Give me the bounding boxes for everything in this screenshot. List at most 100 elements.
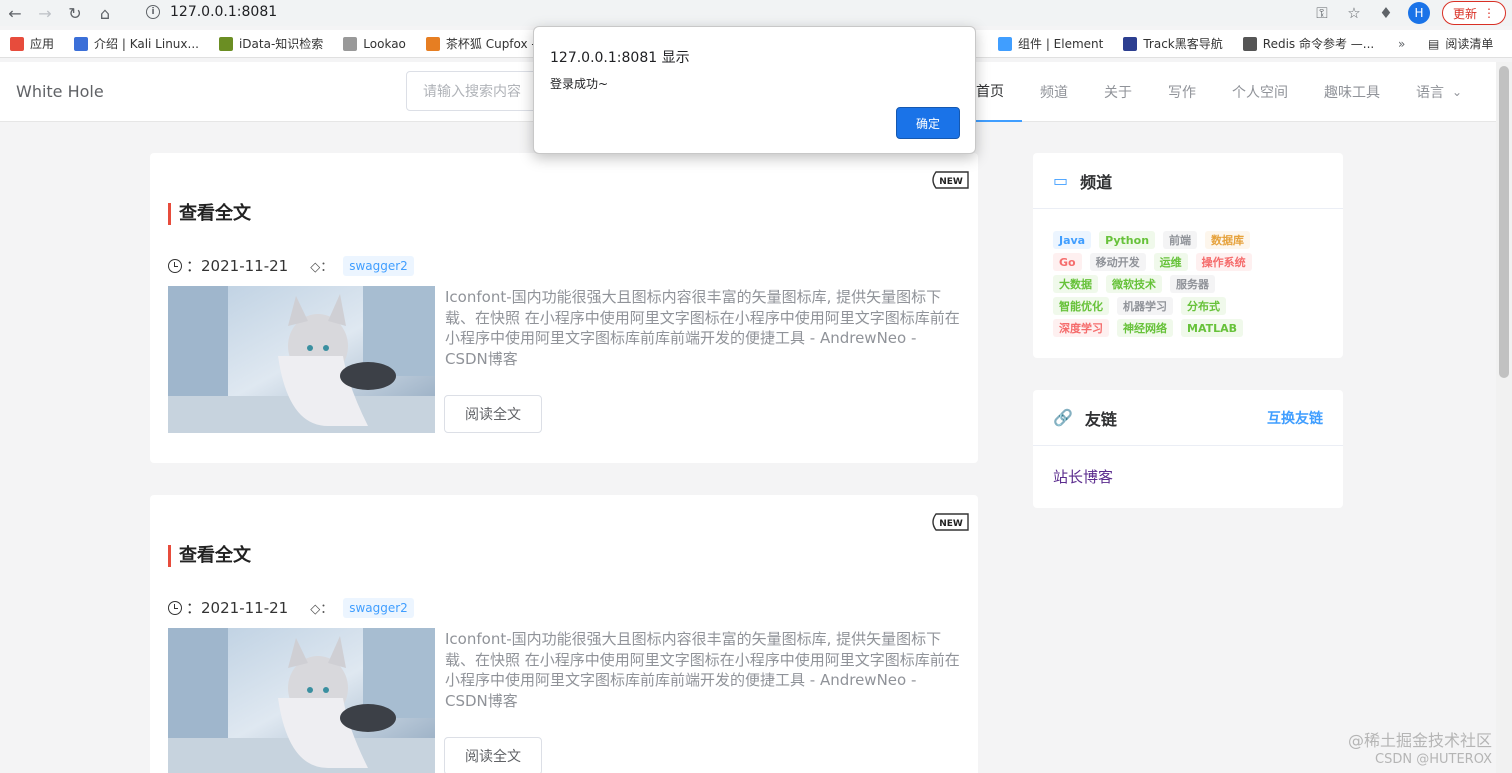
extension-puzzle-icon[interactable]: ♦ xyxy=(1376,3,1396,23)
nav-item-label: 趣味工具 xyxy=(1324,85,1380,101)
bookmark-favicon-icon xyxy=(10,36,24,51)
clock-icon xyxy=(168,258,182,273)
search-input[interactable]: 请输入搜索内容 xyxy=(406,71,546,111)
bookmark-favicon-icon xyxy=(218,36,233,51)
url-text: 127.0.0.1:8081 xyxy=(170,4,278,20)
channel-tag[interactable]: 智能优化 xyxy=(1053,297,1109,315)
bookmark-item[interactable]: 介绍 | Kali Linux... xyxy=(74,35,199,52)
new-badge-icon: NEW xyxy=(928,169,970,191)
bookmark-favicon-icon xyxy=(425,36,440,51)
read-full-button[interactable]: 阅读全文 xyxy=(444,737,542,773)
article-tag[interactable]: swagger2 xyxy=(343,597,414,618)
dialog-title: 127.0.0.1:8081 显示 xyxy=(550,50,690,66)
bookmark-label: iData-知识检索 xyxy=(238,37,324,51)
channel-tag[interactable]: 微软技术 xyxy=(1106,275,1162,293)
main-nav: 首页 频道 关于 写作 个人空间 趣味工具 语言 ⌄ xyxy=(958,62,1480,122)
bookmark-favicon-icon xyxy=(998,36,1012,51)
link-icon: 🔗 xyxy=(1053,408,1073,427)
article-title[interactable]: 查看全文 xyxy=(168,545,251,567)
nav-item[interactable]: 个人空间 xyxy=(1214,62,1306,122)
channel-tag-list: Java Python 前端 数据库 Go 移动开发 运维 操作系统大数据 微软技术 服务器智能优… xyxy=(1033,209,1283,359)
tag-icon: ◇： xyxy=(310,602,334,617)
reading-list[interactable]: ▤ 阅读清单 xyxy=(1428,35,1493,52)
update-button[interactable]: 更新 ⋮ xyxy=(1441,1,1506,25)
scrollbar-thumb[interactable] xyxy=(1499,66,1509,378)
bookmark-label: 组件 | Element xyxy=(1018,37,1104,51)
channel-tag[interactable]: Python xyxy=(1099,231,1156,249)
channel-tag[interactable]: 运维 xyxy=(1153,253,1188,271)
profile-avatar[interactable]: H xyxy=(1407,2,1430,24)
nav-item[interactable]: 语言 ⌄ xyxy=(1398,62,1480,122)
alert-dialog: 127.0.0.1:8081 显示 登录成功~ 确定 xyxy=(533,26,976,154)
channel-tag[interactable]: 深度学习 xyxy=(1053,319,1109,337)
exchange-links-button[interactable]: 互换友链 xyxy=(1267,408,1323,428)
bookmark-item[interactable]: 应用 xyxy=(10,35,54,52)
site-logo[interactable]: White Hole xyxy=(16,82,104,101)
site-info-icon[interactable]: i xyxy=(146,5,160,19)
article-date: 2021-11-21 xyxy=(201,598,289,617)
nav-item[interactable]: 写作 xyxy=(1150,62,1214,122)
bookmark-icon: ▭ xyxy=(1053,171,1069,190)
bookmark-label: Track黑客导航 xyxy=(1143,37,1223,51)
bookmark-favicon-icon xyxy=(1242,36,1257,51)
article-tag[interactable]: swagger2 xyxy=(343,255,414,276)
svg-text:NEW: NEW xyxy=(939,519,963,529)
bookmark-item[interactable]: Track黑客导航 xyxy=(1123,35,1223,52)
channel-tag[interactable]: MATLAB xyxy=(1181,319,1244,337)
more-menu-icon: ⋮ xyxy=(1483,6,1495,20)
nav-item-label: 关于 xyxy=(1104,85,1132,101)
article-date: 2021-11-21 xyxy=(201,256,289,275)
svg-text:NEW: NEW xyxy=(939,177,963,187)
reload-icon[interactable]: ↻ xyxy=(60,0,90,26)
bookmark-item[interactable]: 茶杯狐 Cupfox -... xyxy=(425,35,547,52)
article-meta: ： 2021-11-21 ◇： swagger2 xyxy=(168,255,414,276)
read-full-button[interactable]: 阅读全文 xyxy=(444,395,542,433)
dialog-message: 登录成功~ xyxy=(550,77,609,91)
article-thumbnail[interactable] xyxy=(168,628,435,773)
friend-link[interactable]: 站长博客 xyxy=(1053,468,1113,486)
channel-tag[interactable]: 移动开发 xyxy=(1089,253,1146,271)
nav-item-label: 语言 xyxy=(1416,85,1444,101)
address-bar[interactable]: i 127.0.0.1:8081 xyxy=(136,0,1296,24)
channel-tag[interactable]: Go xyxy=(1053,253,1082,271)
nav-item[interactable]: 趣味工具 xyxy=(1306,62,1398,122)
channel-tag[interactable]: 分布式 xyxy=(1181,297,1226,315)
friend-links-list: 站长博客 xyxy=(1033,446,1343,506)
article-meta: ： 2021-11-21 ◇： swagger2 xyxy=(168,597,414,618)
forward-arrow-icon[interactable]: → xyxy=(30,0,60,26)
channel-tag[interactable]: 机器学习 xyxy=(1117,297,1173,315)
article-excerpt: Iconfont-国内功能很强大且图标内容很丰富的矢量图标库, 提供矢量图标下载… xyxy=(445,288,960,368)
star-icon[interactable]: ☆ xyxy=(1344,3,1364,23)
channel-tag[interactable]: 数据库 xyxy=(1205,231,1251,249)
chevron-down-icon: ⌄ xyxy=(1452,85,1463,99)
bookmark-favicon-icon xyxy=(1123,36,1138,51)
key-icon[interactable]: ⚿ xyxy=(1312,3,1332,23)
bookmarks-overflow-icon[interactable]: » xyxy=(1398,37,1405,51)
channel-tag[interactable]: 大数据 xyxy=(1053,275,1098,293)
bookmark-item[interactable]: iData-知识检索 xyxy=(218,35,324,52)
nav-item-label: 写作 xyxy=(1168,85,1196,101)
channels-card: ▭ 频道 Java Python 前端 数据库 Go 移动开发 运维 操作系统 大数据 微软技术服… xyxy=(1033,153,1343,358)
new-badge-icon: NEW xyxy=(928,511,970,533)
bookmark-item[interactable]: Lookao xyxy=(343,35,406,52)
browser-actions: ⚿ ☆ ♦ H 更新 ⋮ xyxy=(1312,0,1506,26)
dialog-ok-button[interactable]: 确定 xyxy=(896,107,960,139)
nav-item[interactable]: 频道 xyxy=(1022,62,1086,122)
bookmark-favicon-icon xyxy=(343,36,358,51)
article-title[interactable]: 查看全文 xyxy=(168,203,251,225)
channel-tag[interactable]: 操作系统 xyxy=(1195,253,1252,271)
channel-tag[interactable]: 神经网络 xyxy=(1117,319,1173,337)
page-scrollbar[interactable] xyxy=(1496,62,1512,773)
nav-item[interactable]: 关于 xyxy=(1086,62,1150,122)
channel-tag[interactable]: 服务器 xyxy=(1170,275,1215,293)
back-arrow-icon[interactable]: ← xyxy=(0,0,30,26)
home-icon[interactable]: ⌂ xyxy=(90,0,120,26)
reading-list-icon: ▤ xyxy=(1428,36,1440,51)
channel-tag[interactable]: 前端 xyxy=(1163,231,1198,249)
bookmark-item[interactable]: 组件 | Element xyxy=(998,35,1103,52)
article-thumbnail[interactable] xyxy=(168,286,435,433)
bookmark-item[interactable]: Redis 命令参考 —... xyxy=(1242,35,1374,52)
bookmark-favicon-icon xyxy=(74,36,89,51)
channel-tag[interactable]: Java xyxy=(1053,231,1092,249)
friend-links-card: 🔗 友链 互换友链 站长博客 xyxy=(1033,390,1343,508)
